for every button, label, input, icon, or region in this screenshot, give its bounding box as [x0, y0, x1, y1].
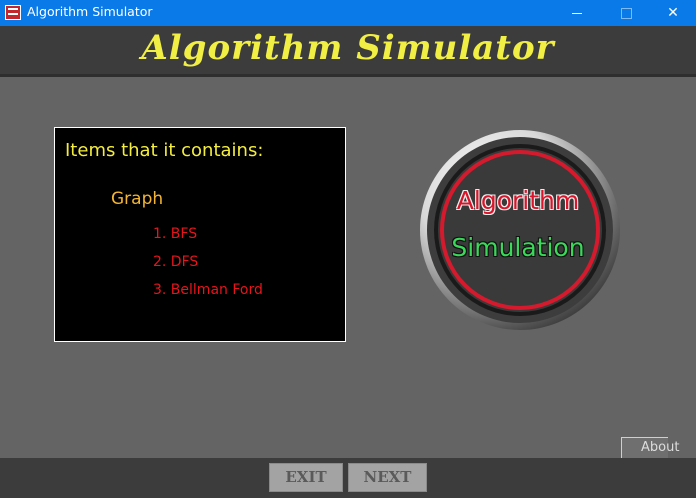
- window-titlebar: Algorithm Simulator ✕: [0, 0, 696, 26]
- close-icon: ✕: [667, 5, 679, 21]
- footer-bar: EXIT NEXT: [0, 458, 696, 498]
- header-banner: Algorithm Simulator: [0, 26, 696, 77]
- algorithm-simulation-logo: [420, 130, 620, 330]
- minimize-icon: [572, 12, 582, 14]
- list-item: 3. Bellman Ford: [153, 282, 263, 298]
- maximize-icon: [620, 7, 632, 19]
- section-title-graph: Graph: [111, 189, 164, 209]
- about-label: About: [641, 440, 680, 455]
- list-item: 1. BFS: [153, 226, 198, 242]
- page-title: Algorithm Simulator: [141, 28, 555, 68]
- app-icon: [5, 5, 21, 20]
- close-button[interactable]: ✕: [650, 0, 696, 26]
- next-button[interactable]: NEXT: [348, 463, 427, 492]
- maximize-button[interactable]: [603, 0, 649, 26]
- window-title: Algorithm Simulator: [27, 4, 153, 19]
- exit-button[interactable]: EXIT: [269, 463, 343, 492]
- about-button[interactable]: About: [621, 437, 679, 458]
- contents-panel: Items that it contains: Graph 1. BFS 2. …: [54, 127, 346, 342]
- list-item: 2. DFS: [153, 254, 199, 270]
- panel-heading: Items that it contains:: [65, 140, 264, 161]
- logo-text-simulation: Simulation: [451, 233, 585, 262]
- algorithm-list: 1. BFS 2. DFS 3. Bellman Ford: [153, 226, 263, 310]
- minimize-button[interactable]: [554, 0, 600, 26]
- logo-text-algorithm: Algorithm: [456, 186, 580, 215]
